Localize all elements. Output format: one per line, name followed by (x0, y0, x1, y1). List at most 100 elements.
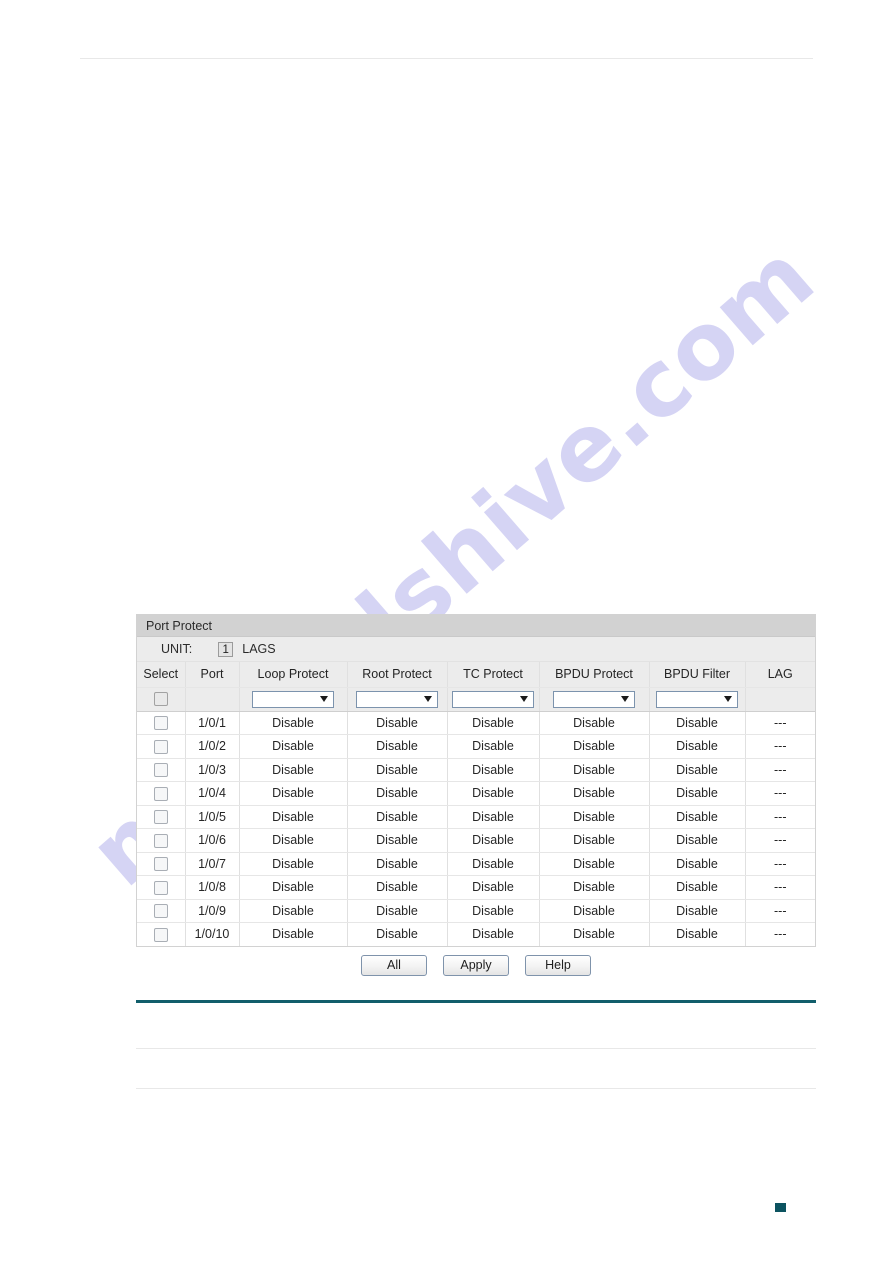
row-select-checkbox[interactable] (153, 904, 168, 919)
root-protect-select[interactable] (356, 690, 438, 708)
filter-tc-protect-cell (447, 687, 540, 712)
row-select-checkbox[interactable] (153, 880, 168, 895)
table-row: 1/0/9 Disable Disable Disable Disable Disable… (137, 899, 815, 923)
cell-root-protect: Disable (347, 805, 448, 829)
port-protect-panel: Port Protect UNIT: 1 LAGS Select Port Lo… (136, 614, 816, 947)
select-all-cell[interactable] (137, 687, 186, 712)
cell-bpdu-filter: Disable (649, 781, 746, 806)
cell-bpdu-protect: Disable (539, 781, 650, 806)
table-row: 1/0/7 Disable Disable Disable Disable Disable… (137, 852, 815, 876)
action-button-row: All Apply Help (136, 955, 816, 976)
table-row: 1/0/2 Disable Disable Disable Disable Disable… (137, 734, 815, 759)
cell-loop-protect: Disable (239, 734, 348, 759)
cell-root-protect: Disable (347, 922, 448, 947)
row-select-checkbox[interactable] (153, 927, 168, 942)
loop-protect-select[interactable] (252, 690, 334, 708)
cell-bpdu-filter: Disable (649, 899, 746, 923)
cell-bpdu-protect: Disable (539, 734, 650, 759)
table-filter-row (137, 687, 815, 712)
cell-root-protect: Disable (347, 711, 448, 735)
filter-bpdu-filter-cell (649, 687, 746, 712)
all-button[interactable]: All (361, 955, 427, 976)
cell-bpdu-protect: Disable (539, 828, 650, 853)
row-select-checkbox[interactable] (153, 716, 168, 731)
footer-rule-lower (136, 1088, 816, 1089)
apply-button[interactable]: Apply (443, 955, 509, 976)
tc-protect-select[interactable] (452, 690, 534, 708)
page-corner-marker (775, 1203, 786, 1212)
row-select-cell[interactable] (137, 734, 186, 759)
bpdu-protect-select[interactable] (553, 690, 635, 708)
cell-bpdu-protect: Disable (539, 899, 650, 923)
column-header-bpdu-filter: BPDU Filter (649, 662, 746, 688)
row-select-cell[interactable] (137, 875, 186, 900)
table-row: 1/0/1 Disable Disable Disable Disable Disable… (137, 711, 815, 735)
cell-bpdu-filter: Disable (649, 875, 746, 900)
column-header-lag: LAG (745, 662, 815, 688)
cell-root-protect: Disable (347, 875, 448, 900)
table-row: 1/0/10 Disable Disable Disable Disable Disabl… (137, 922, 815, 947)
row-select-checkbox[interactable] (153, 763, 168, 778)
column-header-loop-protect: Loop Protect (239, 662, 348, 688)
row-select-cell[interactable] (137, 781, 186, 806)
cell-port: 1/0/3 (185, 758, 240, 782)
row-select-cell[interactable] (137, 899, 186, 923)
table-row: 1/0/8 Disable Disable Disable Disable Disable… (137, 875, 815, 900)
cell-port: 1/0/8 (185, 875, 240, 900)
row-select-cell[interactable] (137, 805, 186, 829)
cell-lag: --- (745, 781, 815, 806)
cell-lag: --- (745, 828, 815, 853)
table-row: 1/0/5 Disable Disable Disable Disable Disable… (137, 805, 815, 829)
port-protect-table: Select Port Loop Protect Root Protect TC… (137, 662, 815, 947)
cell-loop-protect: Disable (239, 852, 348, 876)
filter-bpdu-protect-cell (539, 687, 650, 712)
row-select-cell[interactable] (137, 828, 186, 853)
cell-tc-protect: Disable (447, 852, 540, 876)
cell-lag: --- (745, 805, 815, 829)
cell-bpdu-filter: Disable (649, 828, 746, 853)
section-accent-rule (136, 1000, 816, 1003)
row-select-checkbox[interactable] (153, 786, 168, 801)
cell-port: 1/0/10 (185, 922, 240, 947)
table-row: 1/0/3 Disable Disable Disable Disable Disable… (137, 758, 815, 782)
select-all-checkbox[interactable] (153, 692, 168, 707)
cell-tc-protect: Disable (447, 805, 540, 829)
cell-port: 1/0/7 (185, 852, 240, 876)
panel-title: Port Protect (137, 615, 815, 637)
cell-tc-protect: Disable (447, 899, 540, 923)
cell-bpdu-filter: Disable (649, 805, 746, 829)
cell-bpdu-filter: Disable (649, 922, 746, 947)
row-select-checkbox[interactable] (153, 833, 168, 848)
cell-root-protect: Disable (347, 852, 448, 876)
row-select-cell[interactable] (137, 758, 186, 782)
help-button[interactable]: Help (525, 955, 591, 976)
row-select-cell[interactable] (137, 922, 186, 947)
cell-bpdu-filter: Disable (649, 711, 746, 735)
footer-rule-upper (136, 1048, 816, 1049)
cell-bpdu-protect: Disable (539, 875, 650, 900)
cell-port: 1/0/1 (185, 711, 240, 735)
unit-selector-button[interactable]: 1 (218, 641, 234, 657)
row-select-cell[interactable] (137, 711, 186, 735)
cell-lag: --- (745, 922, 815, 947)
row-select-cell[interactable] (137, 852, 186, 876)
lags-label[interactable]: LAGS (242, 642, 275, 656)
cell-bpdu-filter: Disable (649, 734, 746, 759)
cell-bpdu-protect: Disable (539, 852, 650, 876)
row-select-checkbox[interactable] (153, 810, 168, 825)
row-select-checkbox[interactable] (153, 739, 168, 754)
cell-lag: --- (745, 899, 815, 923)
cell-loop-protect: Disable (239, 711, 348, 735)
cell-bpdu-filter: Disable (649, 758, 746, 782)
cell-bpdu-protect: Disable (539, 805, 650, 829)
cell-tc-protect: Disable (447, 781, 540, 806)
table-row: 1/0/4 Disable Disable Disable Disable Disable… (137, 781, 815, 806)
row-select-checkbox[interactable] (153, 857, 168, 872)
bpdu-filter-select[interactable] (656, 690, 738, 708)
cell-tc-protect: Disable (447, 711, 540, 735)
cell-root-protect: Disable (347, 734, 448, 759)
cell-port: 1/0/6 (185, 828, 240, 853)
chevron-down-icon (320, 695, 328, 702)
unit-row: UNIT: 1 LAGS (137, 637, 815, 662)
cell-lag: --- (745, 711, 815, 735)
